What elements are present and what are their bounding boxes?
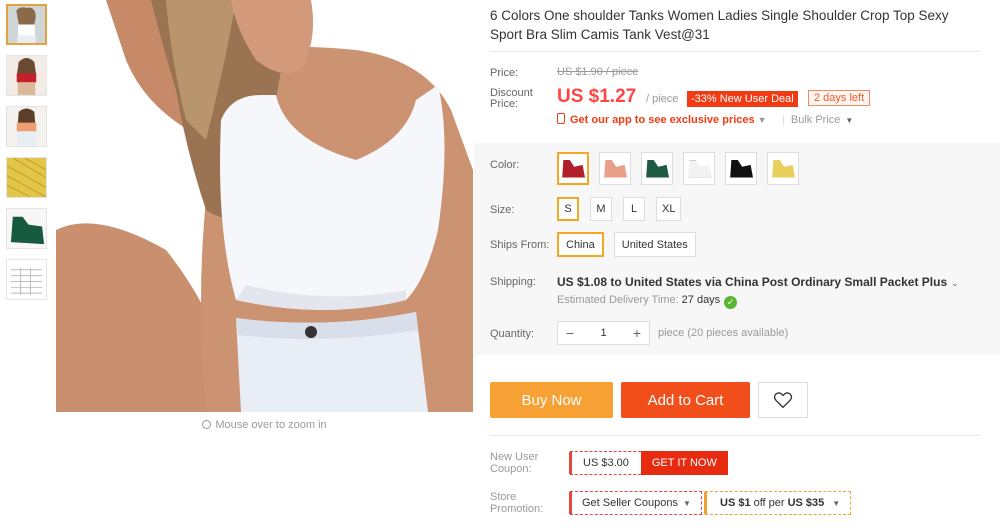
- check-icon: ✓: [724, 296, 738, 309]
- color-swatch-red[interactable]: [557, 152, 589, 185]
- days-left-badge: 2 days left: [808, 90, 871, 106]
- size-option-xl[interactable]: XL: [656, 197, 682, 221]
- color-swatch-black[interactable]: [725, 152, 757, 185]
- thumbnail-yellow-fabric[interactable]: [6, 157, 47, 198]
- quantity-stepper: − 1 +: [557, 321, 650, 345]
- estimated-delivery: Estimated Delivery Time: 27 days ✓: [557, 294, 738, 309]
- ships-from-label: Ships From:: [490, 239, 550, 251]
- price-unit: / piece: [646, 93, 679, 105]
- size-label: Size:: [490, 204, 515, 216]
- size-option-m[interactable]: M: [590, 197, 612, 221]
- new-user-coupon: US $3.00 GET IT NOW: [569, 451, 728, 475]
- coupon-label-2: Coupon:: [490, 463, 532, 475]
- caret-down-icon: ▼: [757, 115, 767, 125]
- color-swatch-image: [646, 159, 669, 178]
- quantity-label: Quantity:: [490, 328, 535, 340]
- wishlist-button[interactable]: [758, 382, 808, 418]
- coupon-amount: US $3.00: [569, 451, 641, 475]
- separator: |: [782, 114, 785, 126]
- buy-now-button[interactable]: Buy Now: [490, 382, 613, 418]
- promotion-label-1: Store: [490, 491, 517, 503]
- title-divider: [490, 51, 980, 52]
- product-info-panel: 6 Colors One shoulder Tanks Women Ladies…: [474, 0, 1000, 530]
- color-label: Color:: [490, 159, 520, 171]
- promotion-label-2: Promotion:: [490, 503, 544, 515]
- ships-from-option-china[interactable]: China: [557, 232, 604, 257]
- quantity-decrease-button[interactable]: −: [558, 325, 582, 341]
- quantity-available: piece (20 pieces available): [658, 327, 789, 339]
- thumbnail-model-side[interactable]: [6, 55, 47, 96]
- quantity-increase-button[interactable]: +: [625, 325, 649, 341]
- shipping-label: Shipping:: [490, 276, 536, 288]
- caret-down-icon: ▼: [845, 116, 854, 125]
- color-swatch-image: [604, 159, 627, 178]
- size-option-l[interactable]: L: [623, 197, 645, 221]
- shipping-method-dropdown[interactable]: US $1.08 to United States via China Post…: [557, 275, 959, 289]
- color-swatch-white[interactable]: [683, 152, 715, 185]
- thumbnail-list: [6, 4, 50, 310]
- chevron-down-icon: ⌄: [951, 278, 959, 288]
- caret-down-icon: ▼: [832, 498, 841, 508]
- main-product-image[interactable]: [56, 0, 473, 412]
- price-label: Price:: [490, 67, 519, 79]
- phone-icon: [557, 113, 565, 124]
- actions-divider: [490, 435, 980, 436]
- size-options: S M L XL: [557, 197, 682, 221]
- discount-price: US $1.27: [557, 86, 637, 107]
- color-swatches: [557, 152, 799, 185]
- store-promotion-offer: US $1 off per US $35 ▼: [703, 491, 852, 515]
- color-swatch-image: [772, 159, 795, 178]
- thumbnail-model-white-front[interactable]: [6, 4, 47, 45]
- ships-from-options: China United States: [557, 232, 696, 257]
- coupon-label-1: New User: [490, 451, 539, 463]
- seller-coupons-dropdown[interactable]: Get Seller Coupons ▼: [569, 491, 702, 515]
- original-price: US $1.90 / piece: [557, 66, 639, 78]
- quantity-input[interactable]: 1: [582, 327, 625, 339]
- ships-from-option-united-states[interactable]: United States: [613, 232, 696, 257]
- thumbnail-model-orange[interactable]: [6, 106, 47, 147]
- color-swatch-yellow[interactable]: [767, 152, 799, 185]
- magnifier-icon: [202, 420, 212, 429]
- thumbnail-size-chart[interactable]: [6, 259, 47, 300]
- color-swatch-image: [730, 159, 753, 178]
- add-to-cart-button[interactable]: Add to Cart: [621, 382, 750, 418]
- color-swatch-image: [688, 159, 711, 178]
- thumbnail-green-top[interactable]: [6, 208, 47, 249]
- get-coupon-button[interactable]: GET IT NOW: [640, 451, 728, 475]
- product-title: 6 Colors One shoulder Tanks Women Ladies…: [490, 8, 949, 42]
- new-user-deal-badge: -33% New User Deal: [687, 91, 798, 107]
- color-swatch-pink[interactable]: [599, 152, 631, 185]
- color-swatch-image: [562, 159, 585, 178]
- caret-down-icon: ▼: [683, 498, 691, 508]
- color-swatch-green[interactable]: [641, 152, 673, 185]
- discount-price-label-2: Price:: [490, 98, 519, 110]
- bulk-price-dropdown[interactable]: | Bulk Price ▼: [782, 114, 853, 126]
- app-exclusive-link[interactable]: Get our app to see exclusive prices ▼: [557, 113, 767, 126]
- zoom-hint: Mouse over to zoom in: [56, 419, 473, 431]
- size-option-s[interactable]: S: [557, 197, 579, 221]
- heart-icon: [773, 392, 793, 409]
